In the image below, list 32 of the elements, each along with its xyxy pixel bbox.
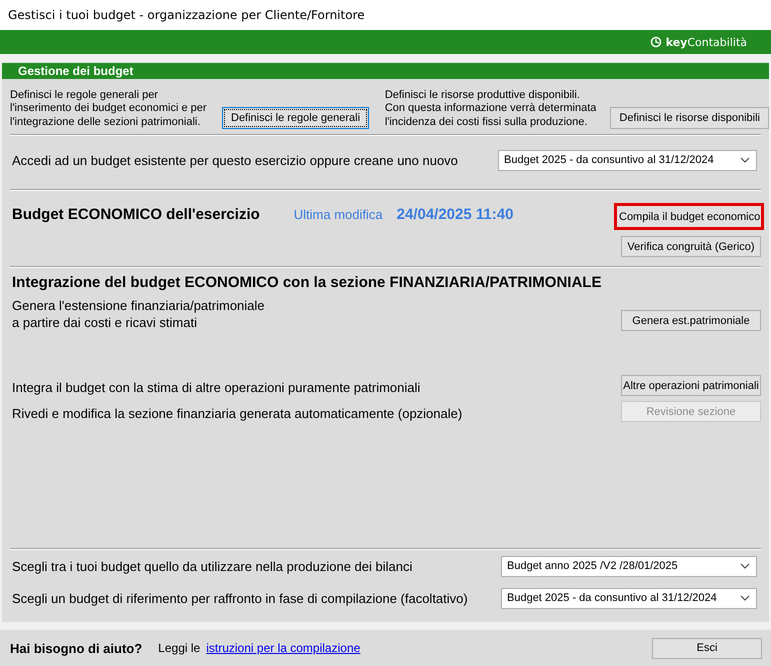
window-title: Gestisci i tuoi budget - organizzazione per Cliente/Fornitore bbox=[8, 8, 365, 22]
action-button[interactable]: Compila il budget economico bbox=[614, 203, 764, 230]
budget-dropdown[interactable]: Budget 2025 - da consuntivo al 31/12/2024 bbox=[501, 588, 757, 608]
modified-label: Ultima modifica bbox=[294, 207, 383, 222]
access-label: Accedi ad un budget esistente per questo esercizio oppure creane uno nuovo bbox=[12, 152, 458, 168]
exit-button[interactable]: Esci bbox=[652, 638, 762, 658]
help-title: Hai bisogno di aiuto? bbox=[10, 640, 142, 656]
action-button[interactable]: Genera est.patrimoniale bbox=[621, 310, 761, 331]
section-title: Budget ECONOMICO dell'esercizio bbox=[12, 206, 260, 223]
description-text: Genera l'estensione finanziaria/patrimoniale a partire dai costi e ricavi stimati bbox=[12, 297, 265, 331]
instructions-link[interactable]: istruzioni per la compilazione bbox=[206, 641, 360, 655]
action-button[interactable]: Altre operazioni patrimoniali bbox=[621, 375, 761, 396]
brand-name: keyContabilità bbox=[666, 36, 747, 48]
action-button[interactable]: Verifica congruità (Gerico) bbox=[621, 236, 761, 257]
panel-title: Gestione dei budget bbox=[18, 64, 134, 78]
budget-dropdown[interactable]: Budget 2025 - da consuntivo al 31/12/2024 bbox=[498, 150, 757, 170]
choice-label: Scegli un budget di riferimento per raffronto in fase di compilazione (facoltativo) bbox=[12, 590, 468, 606]
section-title: Integrazione del budget ECONOMICO con la sezione FINANZIARIA/PATRIMONIALE bbox=[12, 274, 602, 291]
modified-date: 24/04/2025 11:40 bbox=[396, 206, 514, 223]
choice-label: Scegli tra i tuoi budget quello da utilizzare nella produzione dei bilanci bbox=[12, 558, 412, 574]
chevron-down-icon bbox=[740, 563, 750, 569]
action-button[interactable]: Definisci le risorse disponibili bbox=[610, 107, 769, 129]
action-button[interactable]: Definisci le regole generali bbox=[222, 107, 370, 129]
chevron-down-icon bbox=[740, 595, 750, 601]
description-text: Definisci le risorse produttive disponibili. Con questa informazione verrà determinata l'incidenza dei costi fissi sulla produzione. bbox=[384, 88, 596, 129]
chevron-down-icon bbox=[740, 157, 750, 163]
description-text: Definisci le regole generali per l'inserimento dei budget economici e per l'integrazione delle sezioni patrimoniali. bbox=[10, 88, 208, 129]
logo-icon bbox=[650, 36, 662, 48]
help-text: Leggi le bbox=[158, 641, 200, 655]
description-text: Rivedi e modifica la sezione finanziaria generata automaticamente (opzionale) bbox=[12, 405, 462, 422]
budget-dropdown[interactable]: Budget anno 2025 /V2 /28/01/2025 bbox=[501, 556, 757, 576]
description-text: Integra il budget con la stima di altre operazioni puramente patrimoniali bbox=[12, 379, 420, 396]
